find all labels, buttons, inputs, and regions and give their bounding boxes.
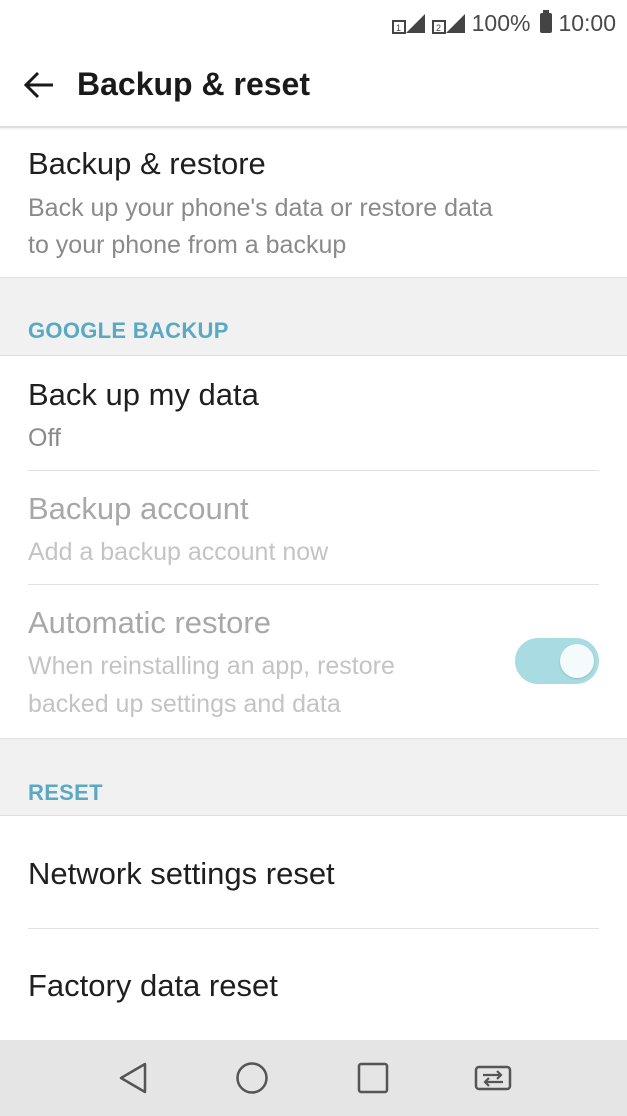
automatic-restore-title: Automatic restore	[28, 605, 271, 640]
home-circle-icon[interactable]	[232, 1058, 272, 1098]
svg-text:1: 1	[396, 23, 401, 33]
backup-restore-subtitle-line1: Back up your phone's data or restore dat…	[28, 194, 493, 222]
backup-account-subtitle: Add a backup account now	[28, 538, 329, 566]
dual-window-icon[interactable]	[473, 1058, 513, 1098]
backup-restore-subtitle-line2: to your phone from a backup	[28, 231, 347, 259]
status-icons: 1 2 100% 10:00	[391, 8, 616, 38]
back-up-my-data-item[interactable]: Back up my data Off	[0, 356, 627, 471]
recents-square-icon[interactable]	[353, 1058, 393, 1098]
clock: 10:00	[558, 9, 616, 36]
battery-icon	[540, 10, 553, 33]
automatic-restore-subtitle-line1: When reinstalling an app, restore	[28, 652, 395, 680]
back-triangle-icon[interactable]	[113, 1058, 153, 1098]
network-settings-reset-title: Network settings reset	[28, 856, 335, 891]
automatic-restore-toggle[interactable]	[515, 638, 599, 684]
reset-header: RESET	[28, 780, 103, 805]
google-backup-section-header: GOOGLE BACKUP	[0, 277, 627, 356]
sim1-signal-icon: 1	[391, 12, 426, 34]
back-up-my-data-title: Back up my data	[28, 377, 259, 412]
toggle-knob	[560, 644, 594, 678]
factory-data-reset-title: Factory data reset	[28, 968, 278, 1003]
backup-account-item[interactable]: Backup account Add a backup account now	[0, 471, 627, 585]
reset-section-header: RESET	[0, 738, 627, 816]
backup-restore-title: Backup & restore	[28, 146, 266, 181]
factory-data-reset-item[interactable]: Factory data reset	[0, 929, 627, 1040]
automatic-restore-subtitle-line2: backed up settings and data	[28, 690, 341, 718]
backup-account-title: Backup account	[28, 491, 249, 526]
network-settings-reset-item[interactable]: Network settings reset	[0, 816, 627, 929]
status-bar: 1 2 100% 10:00	[0, 0, 627, 46]
google-backup-header: GOOGLE BACKUP	[28, 318, 229, 343]
back-arrow-icon[interactable]	[22, 68, 56, 102]
sim2-signal-icon: 2	[431, 12, 466, 34]
page-title: Backup & reset	[77, 66, 310, 102]
back-up-my-data-value: Off	[28, 424, 61, 452]
battery-percent: 100%	[471, 9, 531, 36]
automatic-restore-item[interactable]: Automatic restore When reinstalling an a…	[0, 585, 627, 738]
backup-restore-item[interactable]: Backup & restore Back up your phone's da…	[0, 128, 627, 277]
app-bar: Backup & reset	[0, 46, 627, 128]
svg-text:2: 2	[436, 23, 441, 33]
navigation-bar	[0, 1040, 627, 1116]
settings-list: Backup & restore Back up your phone's da…	[0, 128, 627, 1040]
